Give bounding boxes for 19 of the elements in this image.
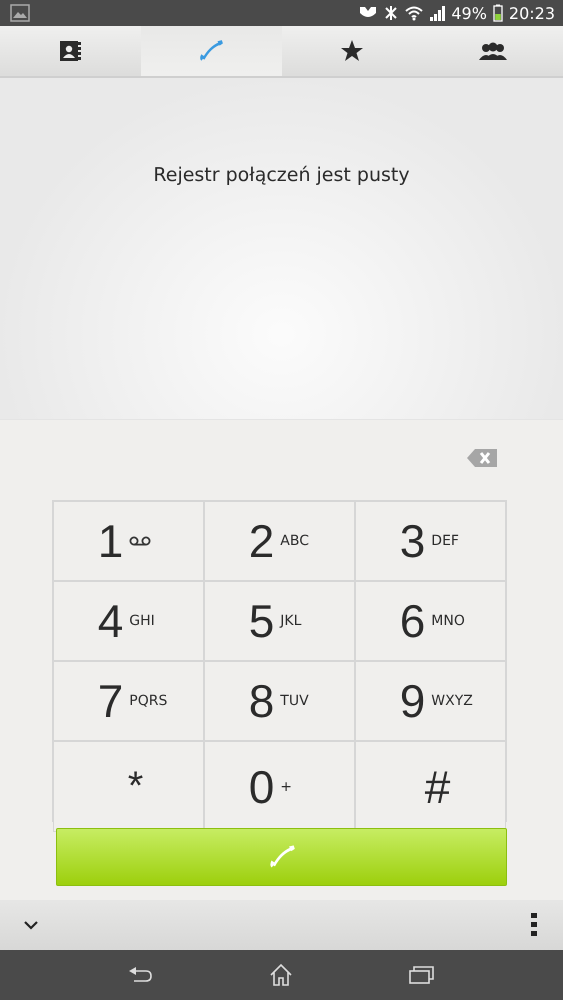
battery-percentage: 49%: [451, 4, 487, 22]
battery-icon: [492, 4, 503, 22]
picture-notification-icon: [10, 4, 30, 22]
recent-apps-icon[interactable]: [409, 965, 436, 985]
wifi-icon: [405, 5, 424, 21]
chevron-down-icon[interactable]: [24, 920, 38, 930]
overflow-menu-icon[interactable]: [531, 913, 537, 937]
keypad-key[interactable]: 1: [53, 501, 204, 581]
contact-book-icon: [58, 39, 82, 63]
empty-message: Rejestr połączeń jest pusty: [153, 164, 410, 188]
star-icon: [340, 39, 364, 63]
back-icon[interactable]: [128, 966, 154, 984]
signal-icon: [429, 5, 446, 21]
voicemail-icon: [129, 536, 152, 546]
bluetooth-off-icon: [383, 5, 400, 21]
home-icon[interactable]: [269, 963, 294, 987]
keypad-key[interactable]: *: [53, 741, 204, 832]
clock: 20:23: [508, 4, 555, 22]
group-icon: [478, 42, 507, 60]
